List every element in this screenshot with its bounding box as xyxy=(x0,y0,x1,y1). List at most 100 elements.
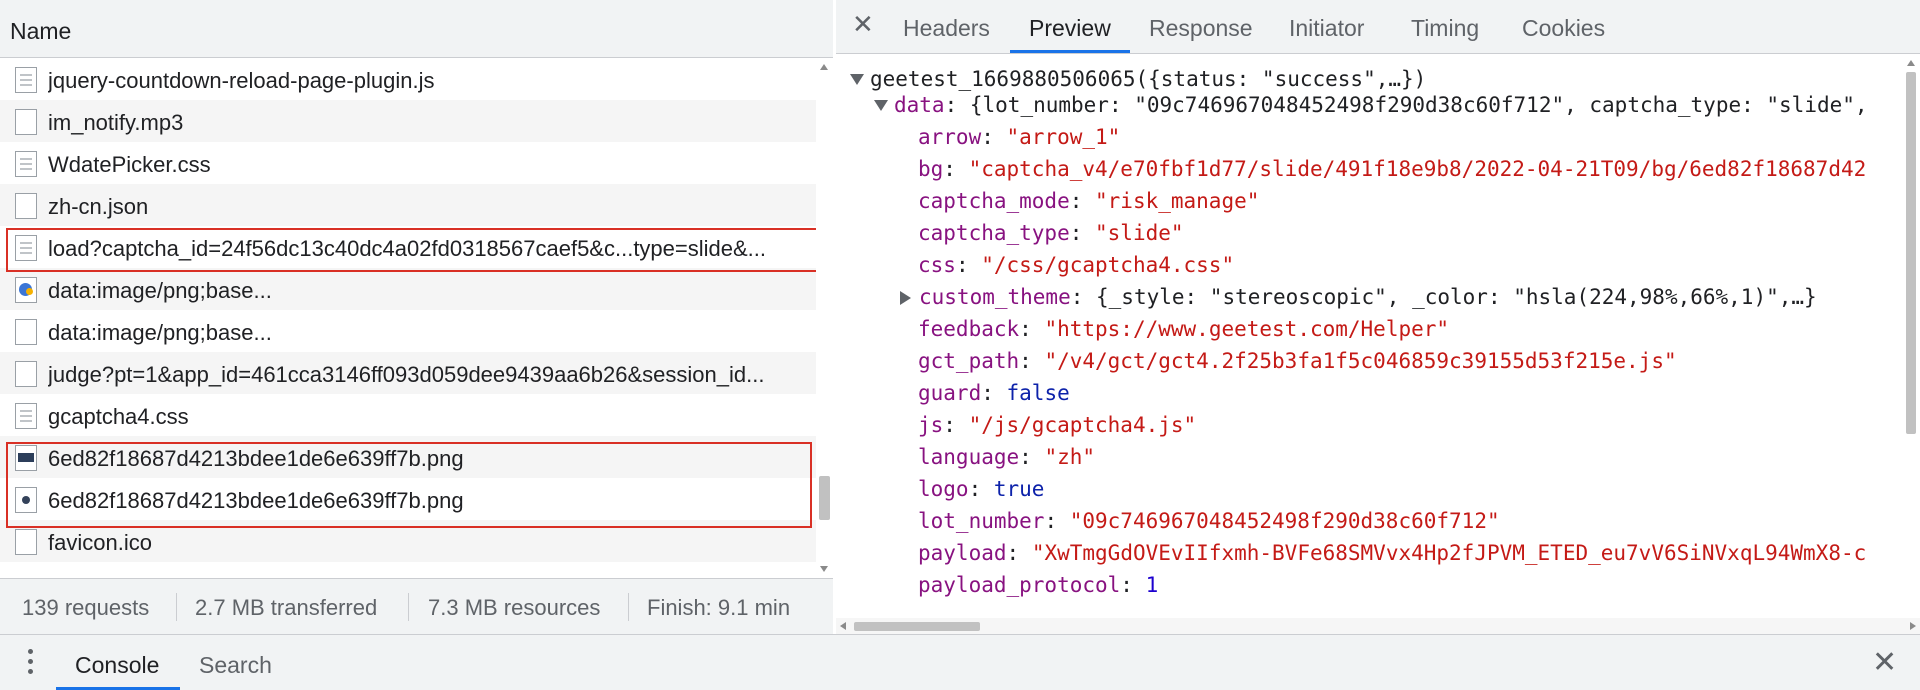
scrollbar-thumb[interactable] xyxy=(1906,72,1916,434)
request-row[interactable]: WdatePicker.css xyxy=(0,142,816,184)
request-row[interactable]: data:image/png;base... xyxy=(0,268,816,310)
preview-horizontal-scrollbar[interactable] xyxy=(836,618,1920,634)
request-row[interactable]: 6ed82f18687d4213bdee1de6e639ff7b.png xyxy=(0,478,816,520)
request-list: jquery-countdown-reload-page-plugin.js im… xyxy=(0,58,816,578)
preview-vertical-scrollbar[interactable] xyxy=(1902,54,1920,618)
request-name: 6ed82f18687d4213bdee1de6e639ff7b.png xyxy=(48,488,464,513)
request-name: judge?pt=1&app_id=461cca3146ff093d059dee… xyxy=(48,362,765,387)
file-icon xyxy=(15,151,37,177)
kebab-menu-icon[interactable] xyxy=(28,649,34,677)
expand-triangle-icon[interactable] xyxy=(850,74,864,85)
request-row[interactable]: load?captcha_id=24f56dc13c40dc4a02fd0318… xyxy=(0,226,816,268)
json-value: "slide" xyxy=(1095,221,1184,245)
detail-tab-bar: ✕ Headers Preview Response Initiator Tim… xyxy=(836,0,1920,54)
json-field: lot_number: "09c746967048452498f290d38c6… xyxy=(918,509,1500,533)
scrollbar-thumb[interactable] xyxy=(819,476,830,520)
name-column-header[interactable]: Name xyxy=(0,0,833,58)
json-key: payload xyxy=(918,541,1007,565)
drawer-toolbar: Console Search ✕ xyxy=(0,634,1920,690)
request-count: 139 requests xyxy=(22,595,150,620)
request-detail-panel: ✕ Headers Preview Response Initiator Tim… xyxy=(836,0,1920,634)
json-key: gct_path xyxy=(918,349,1020,373)
json-field: logo: true xyxy=(918,477,1045,501)
close-detail-icon[interactable]: ✕ xyxy=(852,10,874,40)
json-key: logo xyxy=(918,477,969,501)
json-field: captcha_type: "slide" xyxy=(918,221,1184,245)
request-name: gcaptcha4.css xyxy=(48,404,189,429)
file-icon xyxy=(15,403,37,429)
finish-time: Finish: 9.1 min xyxy=(647,595,791,620)
tab-initiator[interactable]: Initiator xyxy=(1289,15,1364,42)
request-list-panel: Name jquery-countdown-reload-page-plugin… xyxy=(0,0,833,634)
scroll-right-arrow-icon[interactable] xyxy=(1910,622,1916,630)
image-file-icon xyxy=(15,487,37,513)
request-row[interactable]: data:image/png;base... xyxy=(0,310,816,352)
request-row[interactable]: gcaptcha4.css xyxy=(0,394,816,436)
active-tab-indicator xyxy=(1010,50,1130,53)
json-key: arrow xyxy=(918,125,982,149)
json-value: "09c746967048452498f290d38c60f712" xyxy=(1069,509,1500,533)
scroll-up-arrow-icon[interactable] xyxy=(820,64,828,70)
status-divider xyxy=(176,593,177,621)
json-value: "https://www.geetest.com/Helper" xyxy=(1044,317,1450,341)
json-data-node[interactable]: data: {lot_number: "09c746967048452498f2… xyxy=(874,90,1868,120)
json-field: gct_path: "/v4/gct/gct4.2f25b3fa1f5c0468… xyxy=(918,349,1677,373)
resources-size: 7.3 MB resources xyxy=(428,595,601,620)
json-data-summary: {lot_number: "09c746967048452498f290d38c… xyxy=(969,93,1868,117)
tab-response[interactable]: Response xyxy=(1149,15,1253,42)
request-row[interactable]: 6ed82f18687d4213bdee1de6e639ff7b.png xyxy=(0,436,816,478)
json-value: "risk_manage" xyxy=(1095,189,1260,213)
request-row[interactable]: judge?pt=1&app_id=461cca3146ff093d059dee… xyxy=(0,352,816,394)
request-row[interactable]: favicon.ico xyxy=(0,520,816,562)
json-value: true xyxy=(993,477,1045,501)
request-list-scrollbar[interactable] xyxy=(816,58,833,578)
json-key: guard xyxy=(918,381,982,405)
json-key: data xyxy=(894,93,945,117)
request-row[interactable]: im_notify.mp3 xyxy=(0,100,816,142)
network-status-bar: 139 requests 2.7 MB transferred 7.3 MB r… xyxy=(0,578,833,634)
json-value: "XwTmgGdOVEvIIfxmh-BVFe68SMVvx4Hp2fJPVM_… xyxy=(1031,541,1867,565)
request-name: load?captcha_id=24f56dc13c40dc4a02fd0318… xyxy=(48,236,767,261)
close-drawer-icon[interactable]: ✕ xyxy=(1872,645,1897,680)
file-icon xyxy=(15,193,37,219)
tab-preview[interactable]: Preview xyxy=(1029,15,1111,42)
json-value: false xyxy=(1006,381,1070,405)
collapse-triangle-icon[interactable] xyxy=(900,291,911,305)
request-name: jquery-countdown-reload-page-plugin.js xyxy=(48,68,435,93)
json-field: guard: false xyxy=(918,381,1070,405)
request-row[interactable]: zh-cn.json xyxy=(0,184,816,226)
scroll-up-arrow-icon[interactable] xyxy=(1907,60,1915,66)
name-column-label: Name xyxy=(10,18,72,44)
json-value: "arrow_1" xyxy=(1006,125,1121,149)
request-name: zh-cn.json xyxy=(48,194,149,219)
json-value: "/js/gcaptcha4.js" xyxy=(968,413,1197,437)
json-field[interactable]: custom_theme: {_style: "stereoscopic", _… xyxy=(900,282,1817,312)
json-field: css: "/css/gcaptcha4.css" xyxy=(918,253,1235,277)
drawer-tab-console[interactable]: Console xyxy=(75,652,159,679)
scrollbar-thumb[interactable] xyxy=(854,622,980,631)
json-key: custom_theme xyxy=(919,285,1071,309)
json-value: "zh" xyxy=(1044,445,1096,469)
json-field: feedback: "https://www.geetest.com/Helpe… xyxy=(918,317,1450,341)
json-field: captcha_mode: "risk_manage" xyxy=(918,189,1260,213)
scroll-left-arrow-icon[interactable] xyxy=(840,622,846,630)
json-key: language xyxy=(918,445,1020,469)
expand-triangle-icon[interactable] xyxy=(874,100,888,111)
request-name: im_notify.mp3 xyxy=(48,110,184,135)
json-key: css xyxy=(918,253,956,277)
transferred-size: 2.7 MB transferred xyxy=(195,595,378,620)
json-key: bg xyxy=(918,157,944,181)
tab-cookies[interactable]: Cookies xyxy=(1522,15,1605,42)
json-preview: geetest_1669880506065({status: "success"… xyxy=(836,54,1902,618)
request-name: favicon.ico xyxy=(48,530,152,555)
tab-timing[interactable]: Timing xyxy=(1411,15,1479,42)
json-value: "captcha_v4/e70fbf1d77/slide/491f18e9b8/… xyxy=(968,157,1867,181)
image-file-icon xyxy=(15,445,37,471)
status-divider xyxy=(408,593,409,621)
file-icon xyxy=(15,235,37,261)
request-row[interactable]: jquery-countdown-reload-page-plugin.js xyxy=(0,58,816,100)
tab-headers[interactable]: Headers xyxy=(903,15,990,42)
drawer-tab-search[interactable]: Search xyxy=(199,652,272,679)
scroll-down-arrow-icon[interactable] xyxy=(820,566,828,572)
request-name: data:image/png;base... xyxy=(48,278,272,303)
